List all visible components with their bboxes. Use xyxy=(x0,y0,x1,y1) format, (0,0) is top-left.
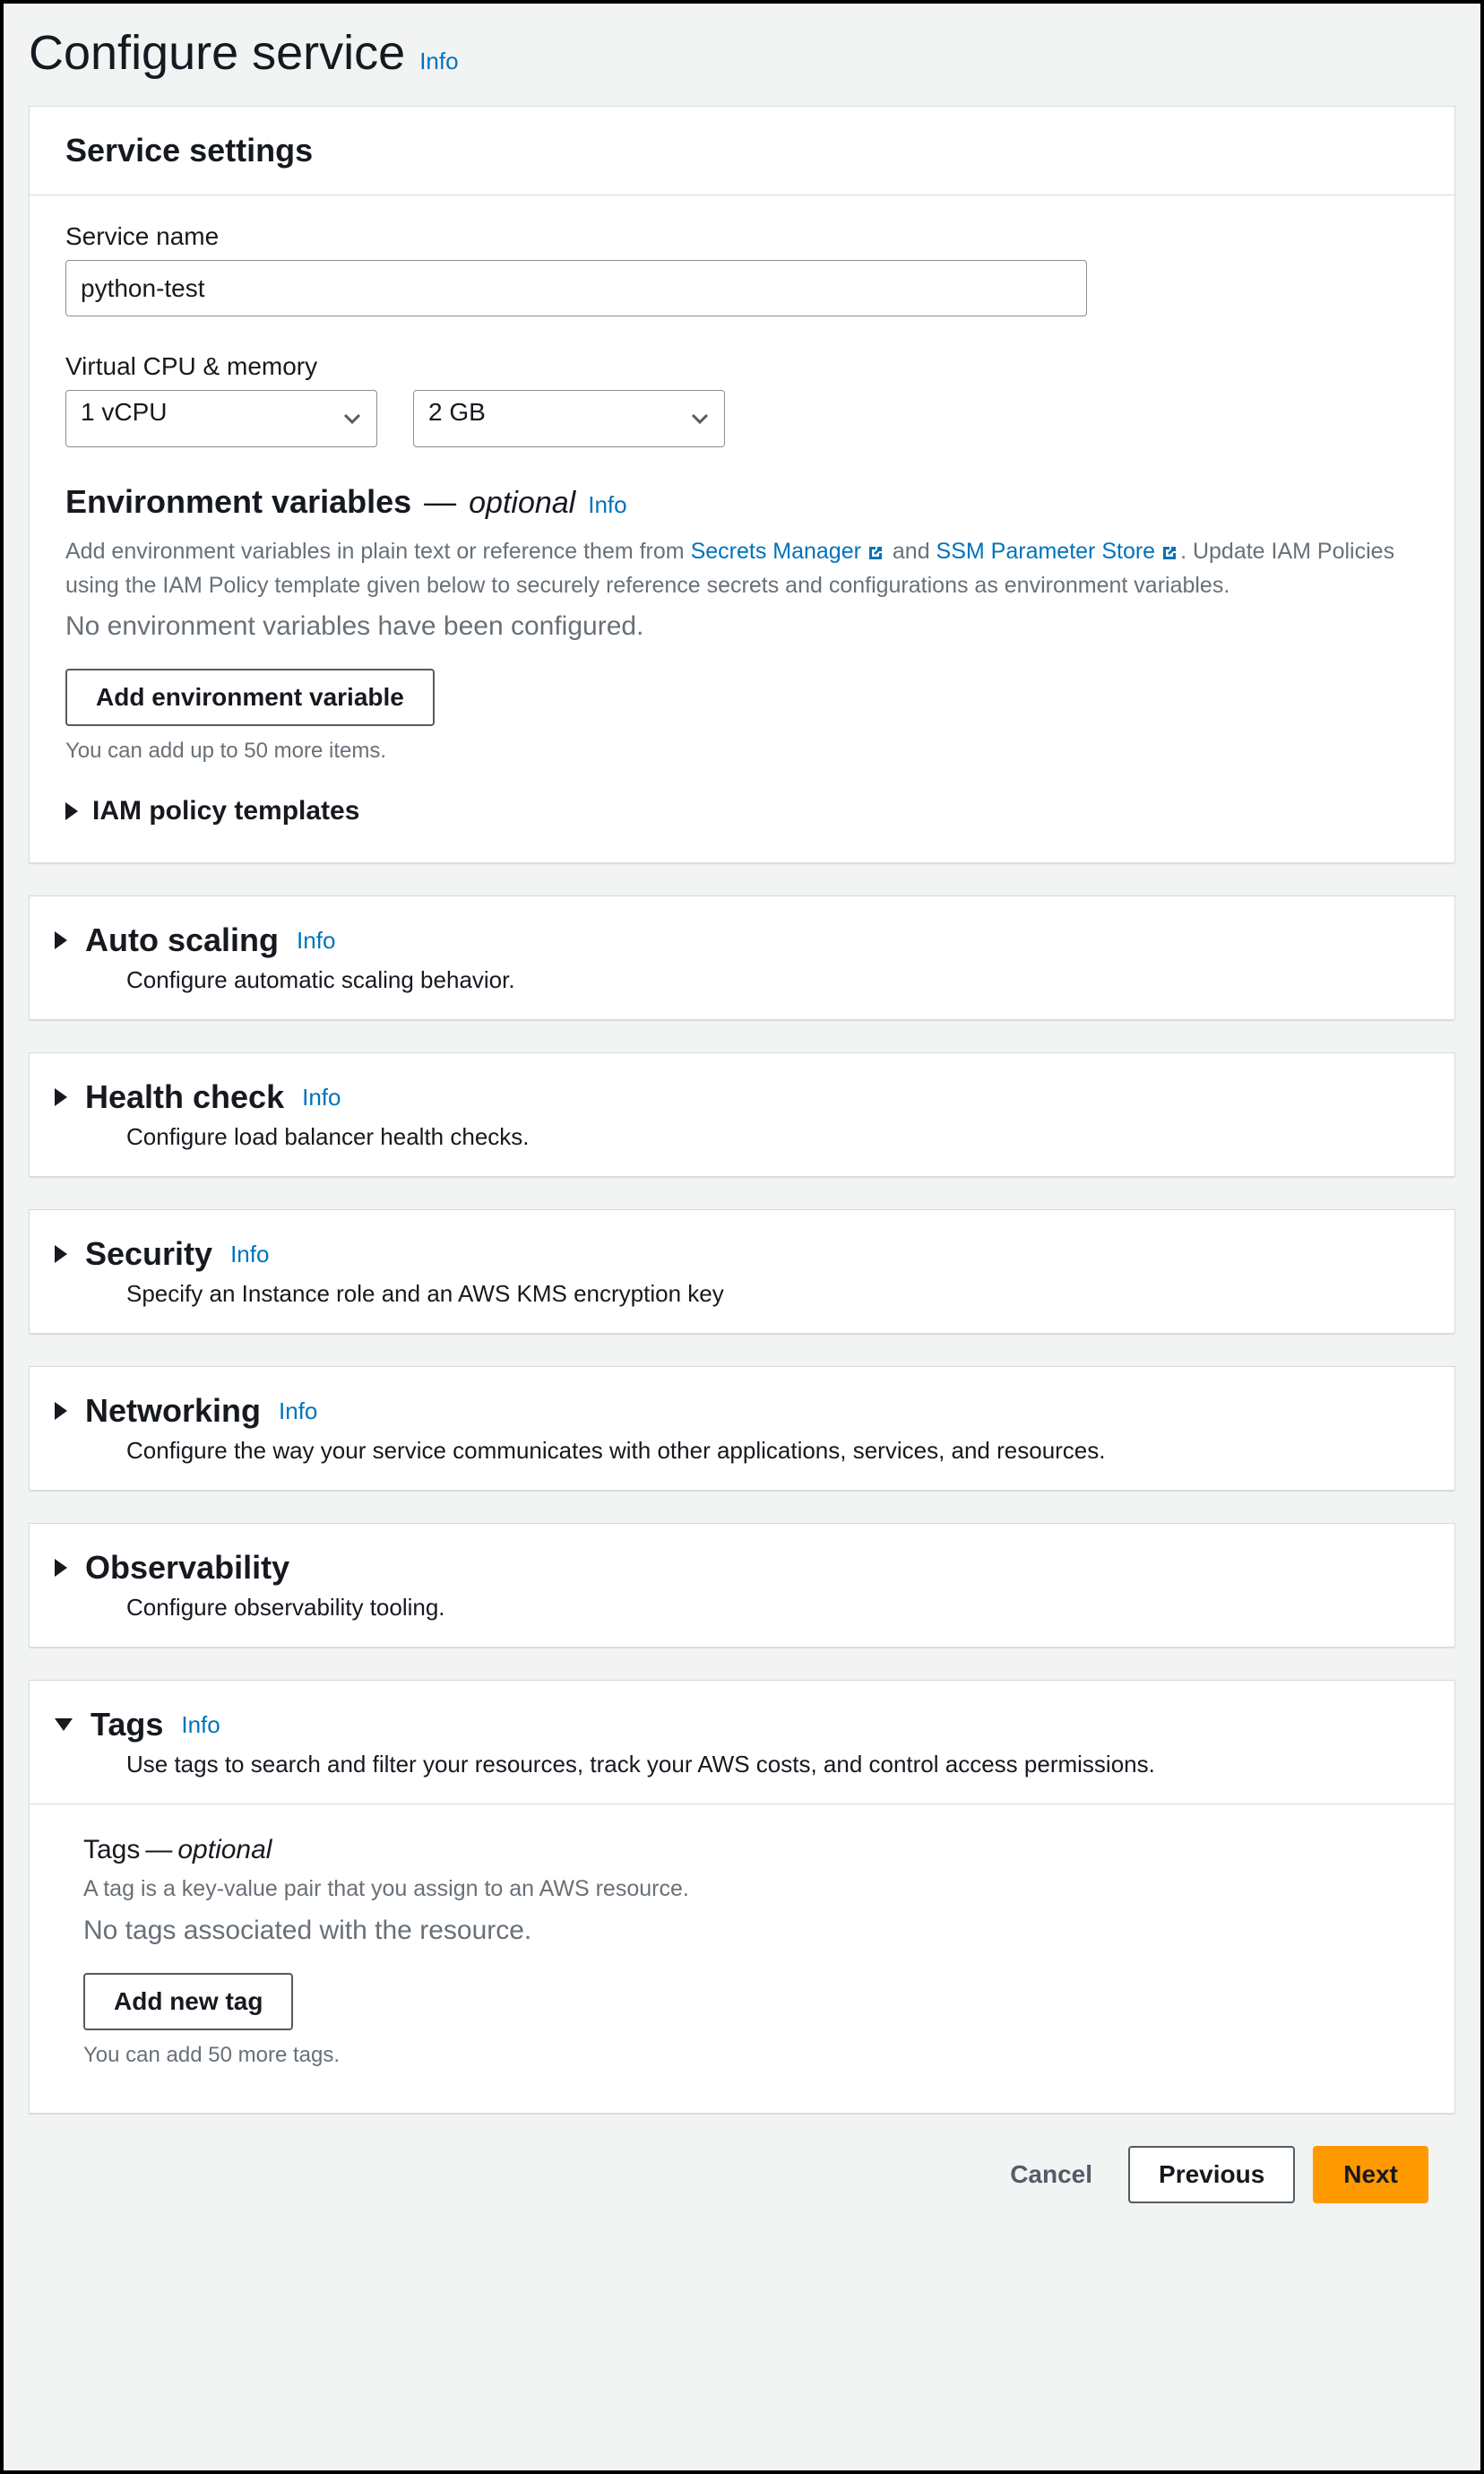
tags-body-title: Tags xyxy=(83,1835,140,1865)
tags-toggle[interactable]: Tags Info xyxy=(83,1706,1419,1743)
auto-scaling-toggle[interactable]: Auto scaling Info xyxy=(83,921,1419,959)
service-settings-title: Service settings xyxy=(65,132,1419,169)
ssm-parameter-store-link[interactable]: SSM Parameter Store xyxy=(936,539,1181,564)
observability-toggle[interactable]: Observability xyxy=(83,1549,1419,1587)
service-name-label: Service name xyxy=(65,222,1419,251)
observability-desc: Configure observability tooling. xyxy=(83,1594,1419,1622)
tags-info-link[interactable]: Info xyxy=(181,1711,220,1739)
env-vars-help: Add environment variables in plain text … xyxy=(65,535,1419,602)
security-desc: Specify an Instance role and an AWS KMS … xyxy=(83,1280,1419,1308)
env-help-prefix: Add environment variables in plain text … xyxy=(65,539,691,564)
env-vars-dash: — xyxy=(424,483,456,521)
auto-scaling-title: Auto scaling xyxy=(85,921,279,959)
external-link-icon xyxy=(861,542,886,564)
env-vars-limit-note: You can add up to 50 more items. xyxy=(65,739,1419,764)
add-tag-button[interactable]: Add new tag xyxy=(83,1973,293,2030)
secrets-manager-link[interactable]: Secrets Manager xyxy=(691,539,886,564)
auto-scaling-panel: Auto scaling Info Configure automatic sc… xyxy=(29,895,1455,1020)
page-info-link[interactable]: Info xyxy=(419,48,458,75)
caret-down-icon xyxy=(55,1718,73,1731)
security-panel: Security Info Specify an Instance role a… xyxy=(29,1209,1455,1334)
observability-panel: Observability Configure observability to… xyxy=(29,1523,1455,1648)
cancel-button[interactable]: Cancel xyxy=(992,2146,1110,2203)
env-vars-info-link[interactable]: Info xyxy=(588,491,626,519)
memory-select[interactable]: 2 GB xyxy=(413,390,725,447)
security-info-link[interactable]: Info xyxy=(230,1241,269,1268)
health-check-info-link[interactable]: Info xyxy=(302,1084,341,1112)
tags-body-dash: — xyxy=(145,1835,172,1865)
networking-toggle[interactable]: Networking Info xyxy=(83,1392,1419,1430)
auto-scaling-info-link[interactable]: Info xyxy=(297,927,335,955)
tags-limit-note: You can add 50 more tags. xyxy=(83,2043,1401,2068)
security-toggle[interactable]: Security Info xyxy=(83,1235,1419,1273)
networking-desc: Configure the way your service communica… xyxy=(83,1437,1419,1465)
caret-right-icon xyxy=(55,931,67,949)
env-vars-empty-msg: No environment variables have been confi… xyxy=(65,611,1419,642)
service-settings-panel: Service settings Service name Virtual CP… xyxy=(29,106,1455,863)
health-check-title: Health check xyxy=(85,1078,284,1116)
networking-title: Networking xyxy=(85,1392,261,1430)
vcpu-memory-label: Virtual CPU & memory xyxy=(65,352,1419,381)
caret-right-icon xyxy=(55,1402,67,1420)
tags-body-help: A tag is a key-value pair that you assig… xyxy=(83,1873,1401,1907)
env-help-mid: and xyxy=(886,539,936,564)
caret-right-icon xyxy=(65,802,78,820)
caret-right-icon xyxy=(55,1245,67,1263)
auto-scaling-desc: Configure automatic scaling behavior. xyxy=(83,966,1419,994)
tags-empty-msg: No tags associated with the resource. xyxy=(83,1916,1401,1946)
tags-desc: Use tags to search and filter your resou… xyxy=(83,1751,1419,1778)
external-link-icon xyxy=(1155,542,1180,564)
previous-button[interactable]: Previous xyxy=(1128,2146,1295,2203)
health-check-desc: Configure load balancer health checks. xyxy=(83,1123,1419,1151)
health-check-toggle[interactable]: Health check Info xyxy=(83,1078,1419,1116)
health-check-panel: Health check Info Configure load balance… xyxy=(29,1052,1455,1177)
env-vars-optional: optional xyxy=(469,486,575,521)
add-env-var-button[interactable]: Add environment variable xyxy=(65,669,435,726)
caret-right-icon xyxy=(55,1559,67,1577)
next-button[interactable]: Next xyxy=(1313,2146,1428,2203)
service-name-input[interactable] xyxy=(65,260,1087,316)
wizard-footer: Cancel Previous Next xyxy=(29,2146,1455,2230)
iam-policy-templates-label: IAM policy templates xyxy=(92,796,359,826)
page-title: Configure service xyxy=(29,25,405,81)
networking-info-link[interactable]: Info xyxy=(279,1397,317,1425)
tags-title: Tags xyxy=(91,1706,163,1743)
env-vars-title: Environment variables xyxy=(65,483,411,521)
iam-policy-templates-toggle[interactable]: IAM policy templates xyxy=(65,796,1419,826)
vcpu-select[interactable]: 1 vCPU xyxy=(65,390,377,447)
networking-panel: Networking Info Configure the way your s… xyxy=(29,1366,1455,1491)
caret-right-icon xyxy=(55,1088,67,1106)
tags-body-optional: optional xyxy=(177,1835,272,1865)
observability-title: Observability xyxy=(85,1549,289,1587)
security-title: Security xyxy=(85,1235,212,1273)
tags-panel: Tags Info Use tags to search and filter … xyxy=(29,1680,1455,2114)
